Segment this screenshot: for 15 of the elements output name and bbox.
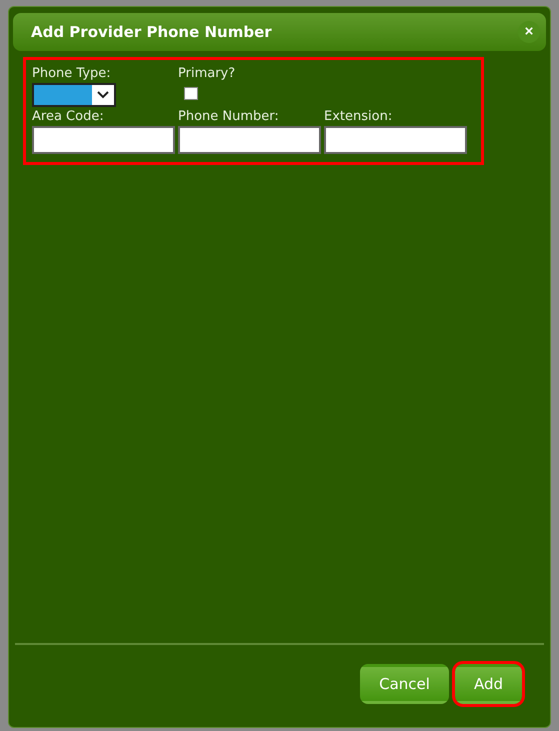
- field-label: Primary?: [178, 66, 236, 81]
- input-field[interactable]: [32, 126, 175, 154]
- input-field[interactable]: [324, 126, 467, 154]
- cancel-button[interactable]: Cancel: [360, 664, 449, 704]
- add-button[interactable]: Add: [454, 664, 522, 704]
- input-field[interactable]: [178, 126, 321, 154]
- primary-checkbox[interactable]: [184, 87, 198, 100]
- phone-type-dropdown[interactable]: [32, 83, 116, 107]
- window-title: Add Provider Phone Number: [31, 23, 272, 41]
- field-label: Phone Type:: [32, 66, 112, 81]
- field-label: Phone Number:: [178, 109, 280, 124]
- caret-icon: [92, 85, 114, 105]
- close-button[interactable]: ×: [518, 21, 540, 43]
- field-label: Area Code:: [32, 109, 105, 124]
- field-label: Extension:: [324, 109, 394, 124]
